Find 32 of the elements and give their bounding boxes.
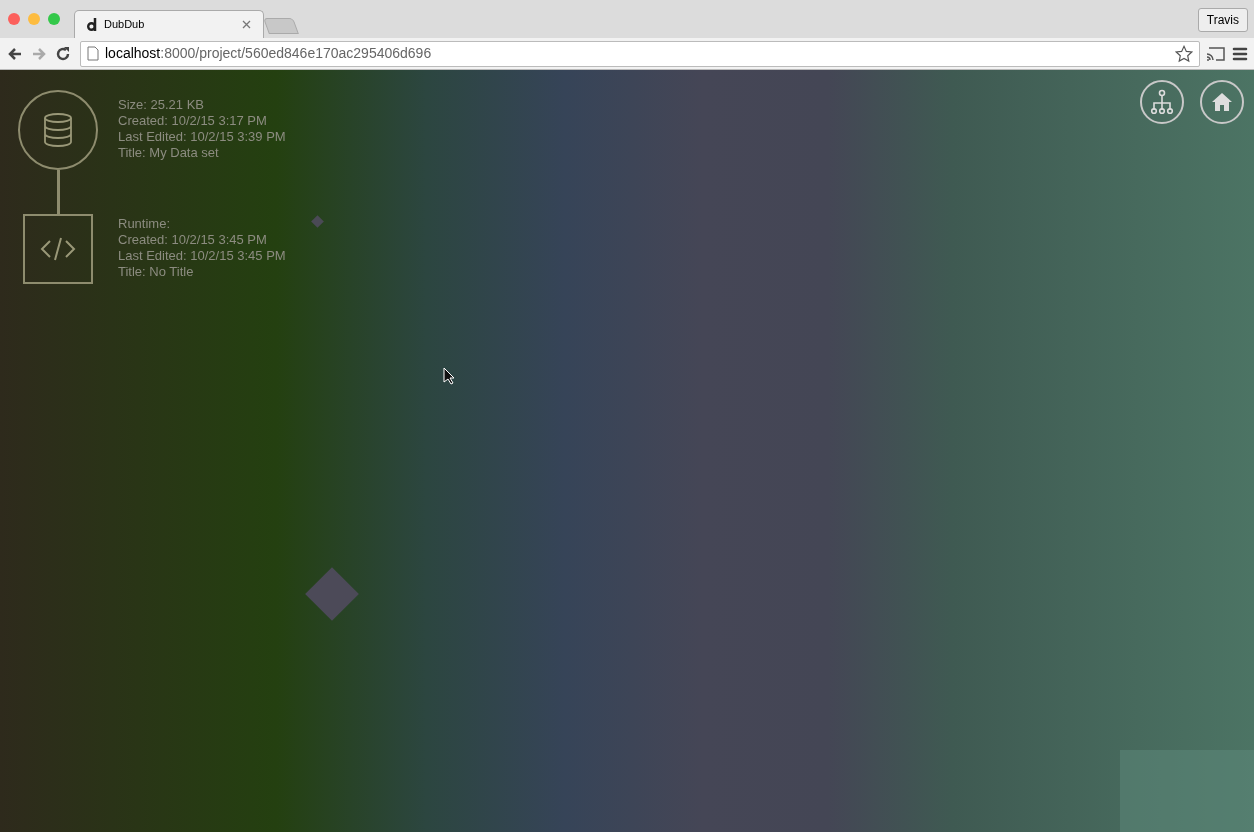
close-window-button[interactable]: [8, 13, 20, 25]
page-icon: [87, 46, 99, 61]
database-node[interactable]: [18, 90, 98, 170]
reload-icon[interactable]: [54, 44, 72, 63]
node-info-text: Last Edited: 10/2/15 3:45 PM: [118, 248, 286, 264]
home-button[interactable]: [1200, 80, 1244, 124]
menu-icon[interactable]: [1232, 46, 1248, 61]
code-icon: [40, 237, 76, 261]
mouse-pointer-icon: [443, 367, 455, 385]
tab-title: DubDub: [104, 17, 146, 33]
small-square-shape: [311, 215, 324, 228]
hierarchy-icon: [1150, 89, 1174, 115]
node-info-text: Runtime:: [118, 216, 172, 232]
home-icon: [1211, 92, 1233, 112]
profile-button[interactable]: Travis: [1197, 8, 1248, 32]
cast-icon[interactable]: [1206, 45, 1226, 62]
site-logo-icon: [87, 18, 98, 31]
browser-tab[interactable]: DubDub: [74, 10, 264, 38]
close-icon[interactable]: [242, 20, 251, 29]
node-info-text: Last Edited: 10/2/15 3:39 PM: [118, 129, 286, 145]
connector-line: [57, 170, 60, 214]
tree-view-button[interactable]: [1140, 80, 1184, 124]
node-info-text: Created: 10/2/15 3:17 PM: [118, 113, 268, 129]
code-node[interactable]: [23, 214, 93, 284]
star-icon[interactable]: [1175, 44, 1193, 63]
url-text: localhost:8000/project/560ed846e170ac295406d696: [105, 44, 432, 63]
node-info-text: Size: 25.21 KB: [118, 97, 205, 113]
node-info-text: Created: 10/2/15 3:45 PM: [118, 232, 268, 248]
node-info-text: Title: No Title: [118, 264, 195, 280]
address-bar[interactable]: localhost:8000/project/560ed846e170ac295406d696: [80, 40, 1200, 67]
node-info-text: Title: My Data set: [118, 145, 220, 161]
database-icon: [43, 113, 73, 147]
